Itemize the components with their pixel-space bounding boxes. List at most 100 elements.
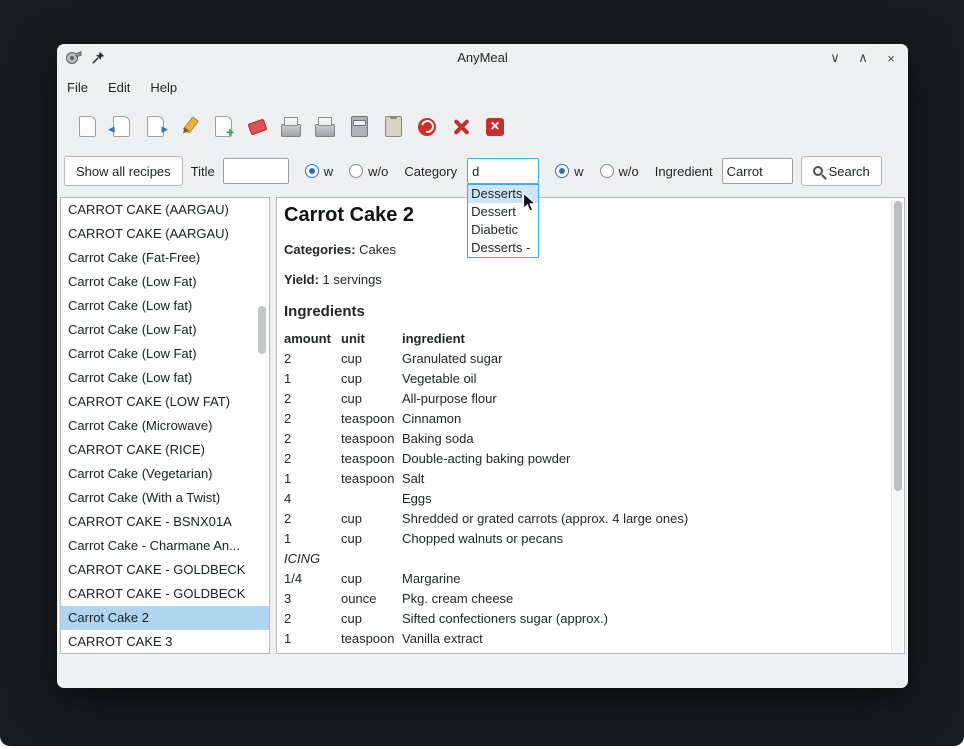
category-without-radio[interactable] <box>600 164 614 178</box>
recipe-categories: Categories: Cakes <box>284 242 396 257</box>
print-recipe-icon[interactable] <box>312 114 338 140</box>
title-with-radio[interactable] <box>305 164 319 178</box>
ingredient-amount: 2 <box>284 409 341 429</box>
quit-icon[interactable] <box>482 114 508 140</box>
ingredient-row: 2teaspoonBaking soda <box>284 429 886 449</box>
recipe-list-item[interactable]: Carrot Cake - Charmane An... <box>61 534 269 558</box>
yield-value: 1 servings <box>323 272 382 287</box>
calculator-icon[interactable] <box>346 114 372 140</box>
recipe-list-item[interactable]: CARROT CAKE (LOW FAT) <box>61 390 269 414</box>
ingredient-name: Baking soda <box>402 429 886 449</box>
recipe-list-item[interactable]: Carrot Cake (Low fat) <box>61 366 269 390</box>
recipe-list-item[interactable]: Carrot Cake 2 <box>61 606 269 630</box>
ingredient-unit: teaspoon <box>341 449 402 469</box>
recipe-list-item[interactable]: CARROT CAKE (AARGAU) <box>61 222 269 246</box>
recipe-title: Carrot Cake 2 <box>284 204 414 227</box>
search-icon <box>813 166 823 176</box>
ingredient-name: Sifted confectioners sugar (approx.) <box>402 609 886 629</box>
menu-edit[interactable]: Edit <box>108 80 130 95</box>
recipe-detail-scrollbar[interactable] <box>894 201 902 491</box>
category-dropdown: DessertsDessertDiabeticDesserts - <box>467 184 539 258</box>
recipe-list-item[interactable]: CARROT CAKE 3 <box>61 630 269 654</box>
import-recipes-icon[interactable] <box>108 114 134 140</box>
category-option[interactable]: Diabetic <box>468 221 538 239</box>
new-recipe-icon[interactable] <box>74 114 100 140</box>
clipboard-icon[interactable] <box>380 114 406 140</box>
ingredient-row: 1/4cupMargarine <box>284 569 886 589</box>
recipe-yield: Yield: 1 servings <box>284 272 382 287</box>
recipe-list-item[interactable]: Carrot Cake (Microwave) <box>61 414 269 438</box>
delete-recipe-icon[interactable] <box>244 114 270 140</box>
ingredient-unit <box>341 489 402 509</box>
close-icon[interactable]: × <box>882 51 900 66</box>
ingredient-row: 2teaspoonDouble-acting baking powder <box>284 449 886 469</box>
recipe-list: CARROT CAKE (AARGAU)CARROT CAKE (AARGAU)… <box>61 198 269 654</box>
ingredient-amount: 2 <box>284 449 341 469</box>
recipe-list-item[interactable]: Carrot Cake (Low Fat) <box>61 270 269 294</box>
ingredient-name: Salt <box>402 469 886 489</box>
ingredient-name: Margarine <box>402 569 886 589</box>
recipe-list-item[interactable]: CARROT CAKE - GOLDBECK <box>61 582 269 606</box>
category-with-radio[interactable] <box>555 164 569 178</box>
category-option[interactable]: Dessert <box>468 203 538 221</box>
ingredient-amount: 3 <box>284 589 341 609</box>
recipe-list-item[interactable]: CARROT CAKE (RICE) <box>61 438 269 462</box>
ingredient-name: Granulated sugar <box>402 349 886 369</box>
title-bar[interactable]: AnyMeal ∨ ∧ × <box>57 44 908 72</box>
filter-bar: Show all recipes Title w w/o Category De… <box>57 151 908 191</box>
anymeal-window: AnyMeal ∨ ∧ × File Edit Help Show all reci… <box>57 44 908 688</box>
ingredient-unit: cup <box>341 369 402 389</box>
unit-column-header: unit <box>341 329 402 349</box>
category-option[interactable]: Desserts - <box>468 239 538 257</box>
ingredient-filter-input[interactable] <box>722 158 793 184</box>
ingredient-name: Double-acting baking powder <box>402 449 886 469</box>
category-filter-input[interactable] <box>467 158 539 184</box>
delete-selection-icon[interactable] <box>448 114 474 140</box>
ingredient-unit: cup <box>341 349 402 369</box>
ingredient-name: Eggs <box>402 489 886 509</box>
ingredient-amount: 2 <box>284 509 341 529</box>
recipe-list-item[interactable]: CARROT CAKE - GOLDBECK <box>61 558 269 582</box>
recipe-list-item[interactable]: Carrot Cake (With a Twist) <box>61 486 269 510</box>
ingredient-unit: cup <box>341 609 402 629</box>
ingredient-amount: 1 <box>284 469 341 489</box>
minimize-icon[interactable]: ∨ <box>826 50 844 66</box>
category-option[interactable]: Desserts <box>468 185 538 203</box>
ingredient-unit: ounce <box>341 589 402 609</box>
ingredients-heading: Ingredients <box>284 303 365 320</box>
recipe-list-item[interactable]: Carrot Cake (Low Fat) <box>61 318 269 342</box>
recipe-list-item[interactable]: Carrot Cake (Vegetarian) <box>61 462 269 486</box>
ingredient-unit: cup <box>341 389 402 409</box>
ingredient-amount: 2 <box>284 389 341 409</box>
refresh-database-icon[interactable] <box>414 114 440 140</box>
search-button[interactable]: Search <box>801 156 882 186</box>
ingredient-unit: cup <box>341 529 402 549</box>
recipe-list-item[interactable]: CARROT CAKE (AARGAU) <box>61 198 269 222</box>
title-without-radio[interactable] <box>349 164 363 178</box>
edit-recipe-icon[interactable] <box>176 114 202 140</box>
recipe-list-item[interactable]: Carrot Cake (Fat-Free) <box>61 246 269 270</box>
ingredients-table-header: amount unit ingredient <box>284 329 886 349</box>
menu-file[interactable]: File <box>67 80 88 95</box>
category-with-label: w <box>574 164 583 179</box>
search-button-label: Search <box>829 164 870 179</box>
ingredient-amount: 2 <box>284 349 341 369</box>
ingredient-amount: 1 <box>284 529 341 549</box>
maximize-icon[interactable]: ∧ <box>854 50 872 66</box>
menu-help[interactable]: Help <box>150 80 177 95</box>
recipe-list-item[interactable]: CARROT CAKE - BSNX01A <box>61 510 269 534</box>
print-preview-icon[interactable] <box>278 114 304 140</box>
ingredient-unit: teaspoon <box>341 469 402 489</box>
title-filter-input[interactable] <box>223 158 289 184</box>
recipe-list-scrollbar[interactable] <box>258 306 266 354</box>
title-filter-label: Title <box>191 164 215 179</box>
ingredient-row: 1cupVegetable oil <box>284 369 886 389</box>
ingredient-row: 3ouncePkg. cream cheese <box>284 589 886 609</box>
add-recipe-icon[interactable] <box>210 114 236 140</box>
ingredient-amount: 1/4 <box>284 569 341 589</box>
export-recipes-icon[interactable] <box>142 114 168 140</box>
recipe-list-item[interactable]: Carrot Cake (Low Fat) <box>61 342 269 366</box>
recipe-list-item[interactable]: Carrot Cake (Low fat) <box>61 294 269 318</box>
ingredient-row: 2cupGranulated sugar <box>284 349 886 369</box>
show-all-recipes-button[interactable]: Show all recipes <box>64 156 183 186</box>
